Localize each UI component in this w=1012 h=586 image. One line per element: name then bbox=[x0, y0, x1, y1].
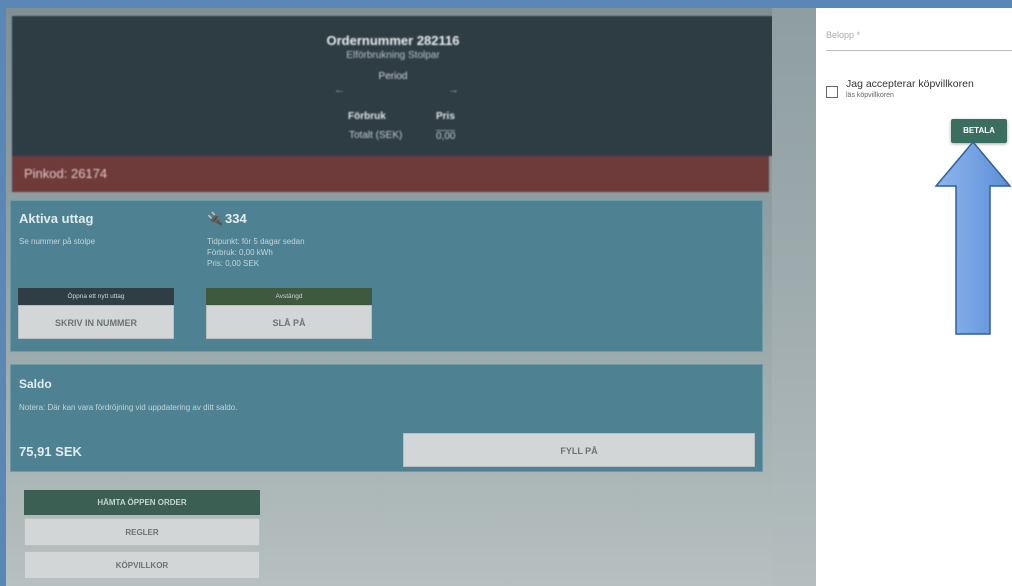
turn-on-button[interactable]: SLÅ PÅ bbox=[206, 305, 372, 339]
socket-number: 334 bbox=[225, 211, 247, 226]
balance-title: Saldo bbox=[19, 377, 52, 391]
arrow-left-icon[interactable]: ← bbox=[334, 84, 345, 96]
status-badge: Avstängd bbox=[206, 288, 372, 305]
outlet-usage: Förbruk: 0,00 kWh bbox=[207, 248, 273, 257]
amount-field-underline bbox=[826, 50, 1012, 51]
balance-value: 75,91 SEK bbox=[19, 444, 82, 459]
total-label: Totalt (SEK) bbox=[349, 130, 403, 141]
order-title: Ordernummer 282116 bbox=[326, 33, 460, 48]
rules-button[interactable]: REGLER bbox=[24, 518, 260, 546]
open-new-outlet-tag: Öppna ett nytt uttag bbox=[18, 288, 174, 305]
amount-field[interactable]: Belopp * bbox=[826, 30, 860, 40]
arrow-right-icon[interactable]: → bbox=[448, 84, 459, 96]
enter-number-button[interactable]: SKRIV IN NUMMER bbox=[18, 305, 174, 339]
dimmed-gutter bbox=[772, 0, 816, 586]
order-header: Ordernummer 282116 Elförbrukning Stolpar… bbox=[12, 16, 774, 156]
outlet-time: Tidpunkt: för 5 dagar sedan bbox=[207, 237, 305, 246]
accept-terms-checkbox[interactable] bbox=[826, 86, 838, 98]
active-outlets-subtitle: Se nummer på stolpe bbox=[19, 237, 96, 246]
fetch-open-order-button[interactable]: HÄMTA ÖPPEN ORDER bbox=[24, 490, 260, 515]
column-forbruk: Förbruk bbox=[348, 111, 386, 122]
order-subtitle: Elförbrukning Stolpar bbox=[346, 50, 440, 61]
accept-terms-label[interactable]: Jag accepterar köpvillkoren bbox=[846, 78, 974, 90]
active-outlets-title: Aktiva uttag bbox=[19, 211, 94, 226]
period-label: Period bbox=[378, 71, 408, 82]
plug-icon: 🔌 bbox=[207, 211, 224, 226]
total-value: 0,00 bbox=[436, 130, 456, 142]
balance-card: Saldo Notera: Där kan vara fördröjning v… bbox=[10, 364, 763, 472]
pin-bar: Pinkod: 26174 bbox=[12, 156, 769, 192]
balance-note: Notera: Där kan vara fördröjning vid upp… bbox=[19, 403, 238, 412]
column-pris: Pris bbox=[436, 111, 455, 122]
top-up-button[interactable]: FYLL PÅ bbox=[403, 433, 755, 467]
read-terms-link[interactable]: läs köpvillkoren bbox=[846, 92, 894, 99]
arrow-up-icon bbox=[934, 140, 1012, 335]
pin-code: Pinkod: 26174 bbox=[24, 166, 108, 181]
terms-button[interactable]: KÖPVILLKOR bbox=[24, 551, 260, 579]
outlet-price: Pris: 0,00 SEK bbox=[207, 259, 260, 268]
